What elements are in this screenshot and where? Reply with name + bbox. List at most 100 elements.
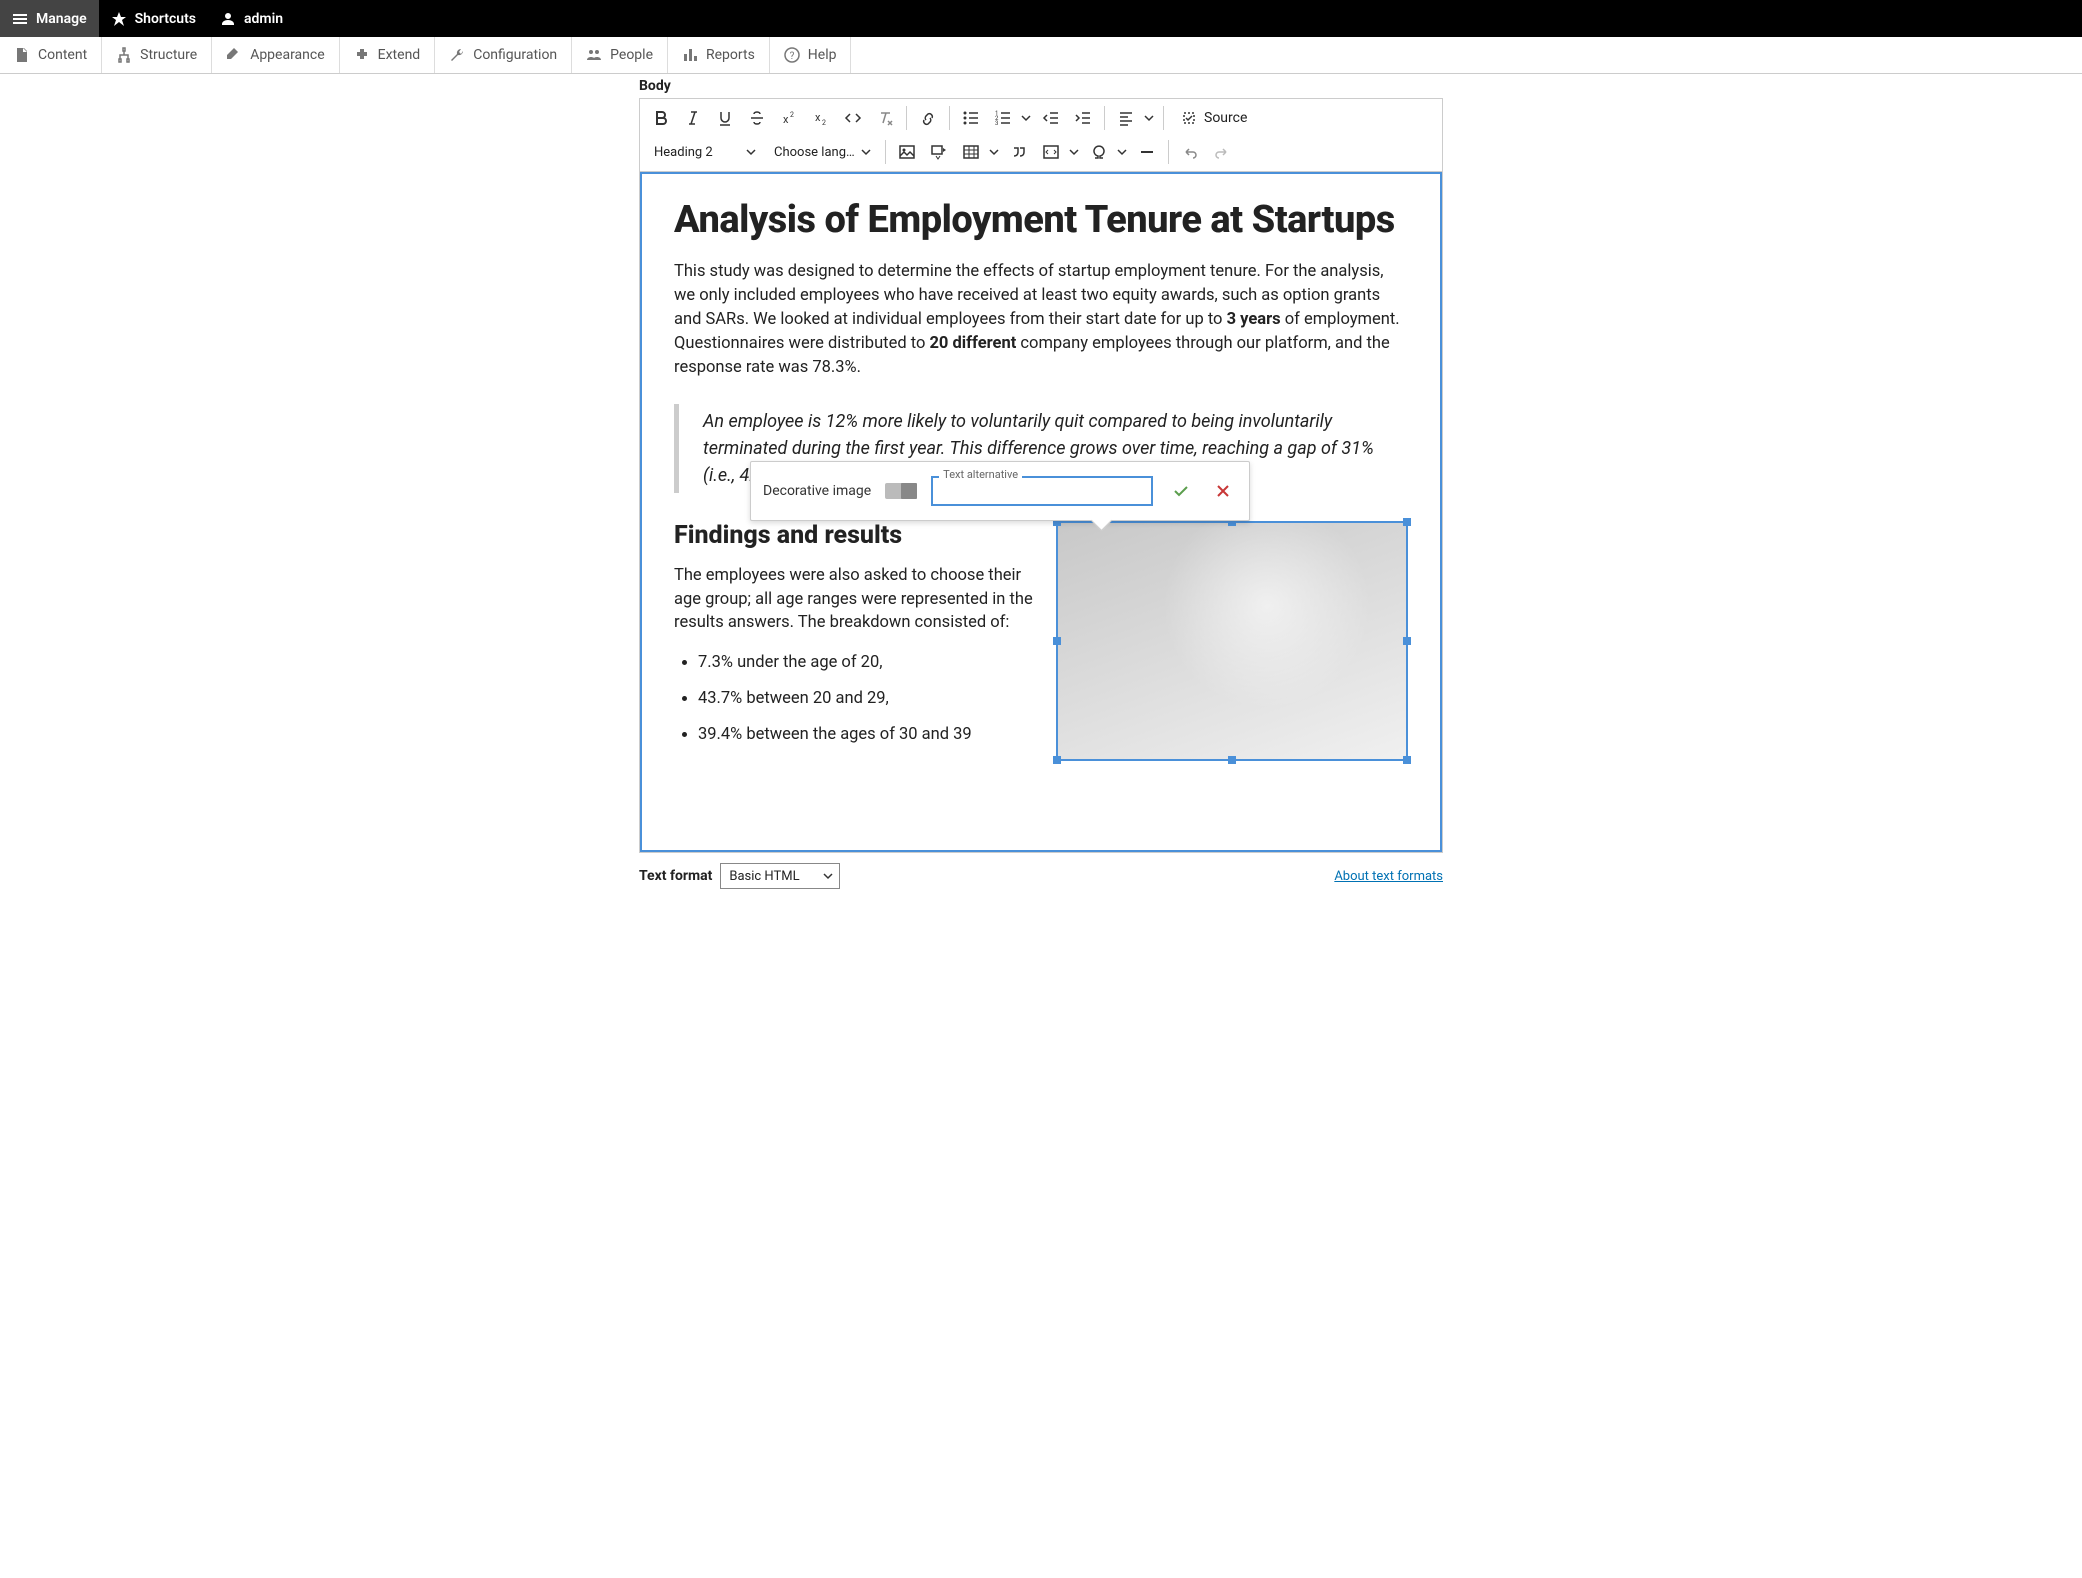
- superscript-icon: x2: [780, 109, 798, 127]
- content-icon: [14, 47, 30, 63]
- help-icon: ?: [784, 47, 800, 63]
- horizontal-rule-button[interactable]: [1132, 137, 1162, 167]
- balloon-cancel-button[interactable]: [1209, 477, 1237, 505]
- italic-button[interactable]: [678, 103, 708, 133]
- chevron-down-icon: [823, 871, 833, 881]
- svg-text:2: 2: [790, 111, 794, 119]
- separator: [885, 140, 886, 164]
- language-dropdown[interactable]: Choose lang…: [766, 137, 879, 167]
- image-frame[interactable]: [1056, 521, 1408, 761]
- menu-help[interactable]: ? Help: [770, 37, 852, 73]
- image-widget[interactable]: Decorative image Text alternative: [1056, 521, 1408, 761]
- menu-structure-label: Structure: [140, 47, 197, 63]
- numbered-list-button[interactable]: 123: [988, 103, 1018, 133]
- undo-button[interactable]: [1175, 137, 1205, 167]
- about-text-formats-link[interactable]: About text formats: [1334, 869, 1443, 884]
- text-format-select[interactable]: Basic HTML: [720, 863, 840, 889]
- resize-handle-tr[interactable]: [1403, 518, 1411, 526]
- media-button[interactable]: [924, 137, 954, 167]
- align-button[interactable]: [1111, 103, 1141, 133]
- balloon-accept-button[interactable]: [1167, 477, 1195, 505]
- chevron-down-icon: [861, 147, 871, 157]
- menu-reports-label: Reports: [706, 47, 755, 63]
- special-char-dropdown[interactable]: [1114, 137, 1130, 167]
- bold-button[interactable]: [646, 103, 676, 133]
- separator: [1168, 140, 1169, 164]
- image-placeholder: [1058, 523, 1406, 759]
- menu-content[interactable]: Content: [0, 37, 102, 73]
- findings-list[interactable]: 7.3% under the age of 20, 43.7% between …: [674, 651, 1038, 747]
- subscript-button[interactable]: x2: [806, 103, 836, 133]
- indent-icon: [1074, 109, 1092, 127]
- configuration-icon: [449, 47, 465, 63]
- resize-handle-bl[interactable]: [1053, 756, 1061, 764]
- admin-menu: Content Structure Appearance Extend Conf…: [0, 37, 2082, 74]
- remove-format-button[interactable]: [870, 103, 900, 133]
- strikethrough-button[interactable]: [742, 103, 772, 133]
- code-button[interactable]: [838, 103, 868, 133]
- menu-configuration[interactable]: Configuration: [435, 37, 572, 73]
- chevron-down-icon: [746, 147, 756, 157]
- align-icon: [1117, 109, 1135, 127]
- text-format-value: Basic HTML: [729, 869, 799, 884]
- code-icon: [844, 109, 862, 127]
- menu-people[interactable]: People: [572, 37, 668, 73]
- superscript-button[interactable]: x2: [774, 103, 804, 133]
- people-icon: [586, 47, 602, 63]
- decorative-image-toggle[interactable]: [885, 483, 917, 499]
- separator: [1163, 106, 1164, 130]
- menu-structure[interactable]: Structure: [102, 37, 212, 73]
- rich-text-editor: x2 x2 123: [639, 98, 1443, 853]
- numbered-list-dropdown[interactable]: [1018, 103, 1034, 133]
- indent-button[interactable]: [1068, 103, 1098, 133]
- bottom-row: Text format Basic HTML About text format…: [639, 863, 1443, 889]
- table-dropdown[interactable]: [986, 137, 1002, 167]
- separator: [949, 106, 950, 130]
- shortcuts-label: Shortcuts: [135, 11, 196, 27]
- shortcuts-menu[interactable]: Shortcuts: [99, 0, 208, 37]
- blockquote-icon: [1010, 143, 1028, 161]
- menu-reports[interactable]: Reports: [668, 37, 770, 73]
- menu-extend[interactable]: Extend: [340, 37, 436, 73]
- align-dropdown[interactable]: [1141, 103, 1157, 133]
- outdent-button[interactable]: [1036, 103, 1066, 133]
- body-field-label: Body: [639, 78, 1443, 94]
- list-item[interactable]: 39.4% between the ages of 30 and 39: [698, 723, 1038, 747]
- codeblock-icon: [1042, 143, 1060, 161]
- redo-button[interactable]: [1207, 137, 1237, 167]
- list-item[interactable]: 7.3% under the age of 20,: [698, 651, 1038, 675]
- user-menu[interactable]: admin: [208, 0, 295, 37]
- svg-text:3: 3: [995, 120, 998, 127]
- resize-handle-mb[interactable]: [1228, 756, 1236, 764]
- bullet-list-button[interactable]: [956, 103, 986, 133]
- link-button[interactable]: [913, 103, 943, 133]
- source-button[interactable]: Source: [1170, 103, 1257, 133]
- codeblock-button[interactable]: [1036, 137, 1066, 167]
- svg-text:2: 2: [822, 119, 826, 127]
- source-label: Source: [1204, 110, 1247, 126]
- resize-handle-br[interactable]: [1403, 756, 1411, 764]
- redo-icon: [1213, 143, 1231, 161]
- image-button[interactable]: [892, 137, 922, 167]
- findings-paragraph[interactable]: The employees were also asked to choose …: [674, 564, 1038, 636]
- blockquote-button[interactable]: [1004, 137, 1034, 167]
- star-icon: [111, 11, 127, 27]
- codeblock-dropdown[interactable]: [1066, 137, 1082, 167]
- strikethrough-icon: [748, 109, 766, 127]
- menu-appearance[interactable]: Appearance: [212, 37, 339, 73]
- editor-content[interactable]: Analysis of Employment Tenure at Startup…: [640, 172, 1442, 852]
- table-button[interactable]: [956, 137, 986, 167]
- chevron-down-icon: [1144, 113, 1154, 123]
- list-item[interactable]: 43.7% between 20 and 29,: [698, 687, 1038, 711]
- text-format-label: Text format: [639, 868, 712, 884]
- heading-dropdown[interactable]: Heading 2: [646, 137, 764, 167]
- manage-menu[interactable]: Manage: [0, 0, 99, 37]
- resize-handle-mr[interactable]: [1403, 637, 1411, 645]
- document-title[interactable]: Analysis of Employment Tenure at Startup…: [674, 198, 1408, 242]
- language-dropdown-label: Choose lang…: [774, 145, 855, 160]
- special-char-button[interactable]: [1084, 137, 1114, 167]
- appearance-icon: [226, 47, 242, 63]
- intro-paragraph[interactable]: This study was designed to determine the…: [674, 260, 1408, 380]
- resize-handle-ml[interactable]: [1053, 637, 1061, 645]
- underline-button[interactable]: [710, 103, 740, 133]
